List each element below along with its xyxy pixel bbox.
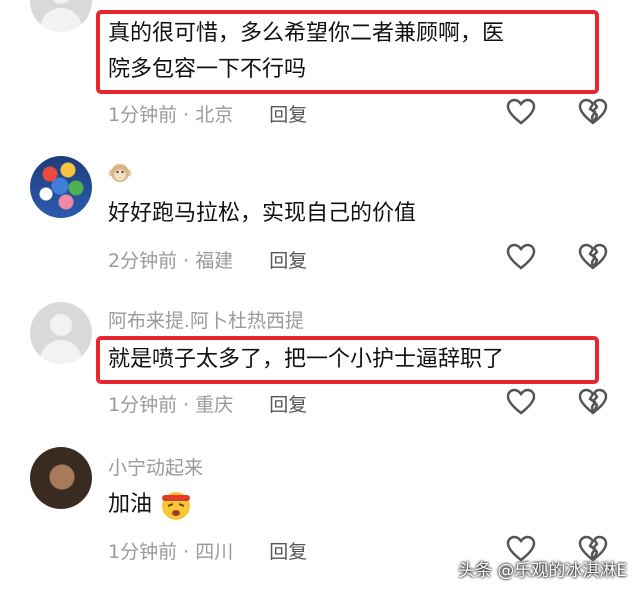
reply-button[interactable]: 回复 xyxy=(269,541,307,563)
comment-text-line2: 院多包容一下不行吗 xyxy=(108,57,307,82)
dislike-broken-heart-icon[interactable] xyxy=(578,243,608,271)
avatar[interactable] xyxy=(30,156,92,218)
comment-time-location: 2分钟前 · 福建 xyxy=(108,250,234,272)
avatar[interactable] xyxy=(30,302,92,364)
comment-time-location: 1分钟前 · 重庆 xyxy=(108,394,234,416)
fighting-face-emoji xyxy=(162,492,191,520)
monkey-face-icon xyxy=(108,164,132,182)
username[interactable]: 小宁动起来 xyxy=(108,453,203,480)
like-heart-icon[interactable] xyxy=(506,98,536,126)
comment-text: 就是喷子太多了，把一个小护士逼辞职了 xyxy=(108,347,505,372)
avatar[interactable] xyxy=(30,447,92,509)
like-heart-icon[interactable] xyxy=(506,388,536,416)
like-heart-icon[interactable] xyxy=(506,243,536,271)
comment-item: 真的很可惜，多么希望你二者兼顾啊，医 院多包容一下不行吗 1分钟前 · 北京 回… xyxy=(0,0,640,140)
comment-time-location: 1分钟前 · 北京 xyxy=(108,104,234,126)
reply-button[interactable]: 回复 xyxy=(269,394,307,416)
comment-item: 好好跑马拉松，实现自己的价值 2分钟前 · 福建 回复 xyxy=(0,150,640,290)
comment-meta: 1分钟前 · 四川 回复 xyxy=(108,537,307,564)
comment-text-line1: 真的很可惜，多么希望你二者兼顾啊，医 xyxy=(108,21,505,46)
comment-item: 阿布来提.阿卜杜热西提 就是喷子太多了，把一个小护士逼辞职了 1分钟前 · 重庆… xyxy=(0,300,640,440)
dislike-broken-heart-icon[interactable] xyxy=(578,388,608,416)
comment-text-content: 加油 xyxy=(108,492,153,517)
watermark: 头条 @乐观的冰淇淋E xyxy=(458,561,628,581)
avatar[interactable] xyxy=(30,0,92,32)
comment-text: 好好跑马拉松，实现自己的价值 xyxy=(108,201,417,226)
username[interactable]: 阿布来提.阿卜杜热西提 xyxy=(108,306,304,333)
reply-button[interactable]: 回复 xyxy=(269,250,307,272)
comment-meta: 1分钟前 · 重庆 回复 xyxy=(108,390,307,417)
dislike-broken-heart-icon[interactable] xyxy=(578,98,608,126)
comment-text: 加油 xyxy=(108,487,193,523)
reply-button[interactable]: 回复 xyxy=(269,104,307,126)
comment-meta: 1分钟前 · 北京 回复 xyxy=(108,100,307,127)
comment-meta: 2分钟前 · 福建 回复 xyxy=(108,246,307,273)
comment-time-location: 1分钟前 · 四川 xyxy=(108,541,234,563)
